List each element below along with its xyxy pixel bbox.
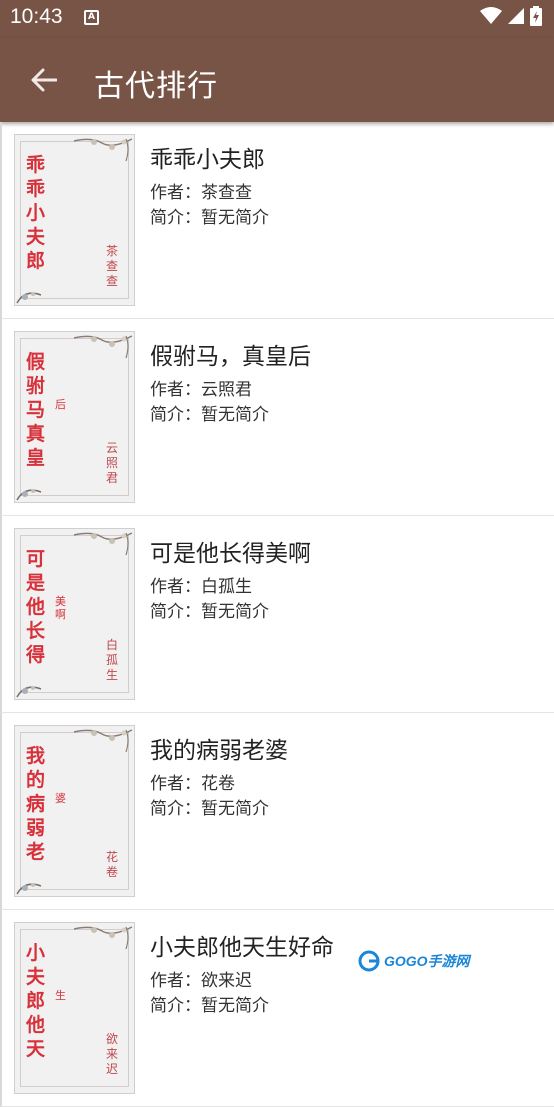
ornament-icon [73, 532, 133, 556]
book-cover: 可是他长得 美啊 白孤生 [14, 528, 135, 700]
ornament-icon [16, 292, 42, 304]
book-cover: 假驸马真皇 后 云照君 [14, 331, 135, 503]
status-icons [480, 6, 542, 26]
ornament-icon [73, 335, 133, 359]
book-author: 作者：茶查查 [150, 183, 252, 203]
book-intro: 简介：暂无简介 [150, 602, 269, 622]
book-intro: 简介：暂无简介 [150, 996, 269, 1016]
book-title: 假驸马，真皇后 [150, 344, 311, 370]
book-author: 作者：欲来迟 [150, 971, 252, 991]
book-title: 小夫郎他天生好命 [150, 935, 334, 961]
gogo-logo-icon [358, 950, 380, 972]
cover-title: 小夫郎他天 [26, 942, 46, 1060]
cover-title: 假驸马真皇 [26, 351, 46, 469]
cover-title: 我的病弱老 [26, 745, 46, 863]
back-button[interactable] [24, 60, 64, 100]
watermark-text: GOGO手游网 [384, 953, 470, 969]
book-cover: 我的病弱老 婆 花卷 [14, 725, 135, 897]
book-author: 作者：云照君 [150, 380, 252, 400]
book-intro: 简介：暂无简介 [150, 405, 269, 425]
arrow-back-icon [31, 68, 57, 92]
cover-title: 乖乖小夫郎 [26, 154, 46, 272]
book-intro: 简介：暂无简介 [150, 208, 269, 228]
cover-subtitle: 美啊 [55, 595, 66, 621]
list-item[interactable]: 可是他长得 美啊 白孤生 可是他长得美啊 作者：白孤生 简介：暂无简介 [0, 516, 554, 713]
book-cover: 小夫郎他天 生 欲来迟 [14, 922, 135, 1094]
cover-author: 茶查查 [106, 244, 119, 288]
cover-subtitle: 婆 [55, 792, 66, 805]
status-bar: 10:43 A [0, 0, 554, 38]
battery-icon [530, 6, 542, 26]
book-title: 我的病弱老婆 [150, 738, 288, 764]
cover-subtitle: 生 [55, 989, 66, 1002]
signal-icon [508, 8, 524, 24]
book-list: 乖乖小夫郎 茶查查 乖乖小夫郎 作者：茶查查 简介：暂无简介 假驸马真皇 后 云… [0, 122, 554, 1107]
book-intro: 简介：暂无简介 [150, 799, 269, 819]
book-author: 作者：白孤生 [150, 577, 252, 597]
cover-author: 云照君 [106, 441, 119, 485]
cover-author: 花卷 [106, 850, 119, 879]
book-title: 乖乖小夫郎 [150, 147, 265, 173]
app-bar: 古代排行 [0, 38, 554, 122]
notification-a-icon: A [84, 10, 99, 25]
book-title: 可是他长得美啊 [150, 541, 311, 567]
ornament-icon [16, 686, 42, 698]
book-author: 作者：花卷 [150, 774, 235, 794]
list-item[interactable]: 乖乖小夫郎 茶查查 乖乖小夫郎 作者：茶查查 简介：暂无简介 [0, 122, 554, 319]
ornament-icon [16, 883, 42, 895]
cover-author: 欲来迟 [106, 1032, 119, 1076]
list-item[interactable]: 我的病弱老 婆 花卷 我的病弱老婆 作者：花卷 简介：暂无简介 [0, 713, 554, 910]
book-cover: 乖乖小夫郎 茶查查 [14, 134, 135, 306]
status-time: 10:43 [10, 5, 63, 28]
list-item[interactable]: 小夫郎他天 生 欲来迟 小夫郎他天生好命 作者：欲来迟 简介：暂无简介 [0, 910, 554, 1107]
ornament-icon [73, 926, 133, 950]
wifi-icon [480, 7, 502, 24]
ornament-icon [73, 138, 133, 162]
cover-author: 白孤生 [106, 638, 119, 682]
cover-subtitle: 后 [55, 398, 66, 411]
cover-title: 可是他长得 [26, 548, 46, 666]
list-item[interactable]: 假驸马真皇 后 云照君 假驸马，真皇后 作者：云照君 简介：暂无简介 [0, 319, 554, 516]
ornament-icon [73, 729, 133, 753]
watermark: GOGO手游网 [358, 950, 470, 972]
ornament-icon [16, 489, 42, 501]
page-title: 古代排行 [94, 69, 218, 104]
